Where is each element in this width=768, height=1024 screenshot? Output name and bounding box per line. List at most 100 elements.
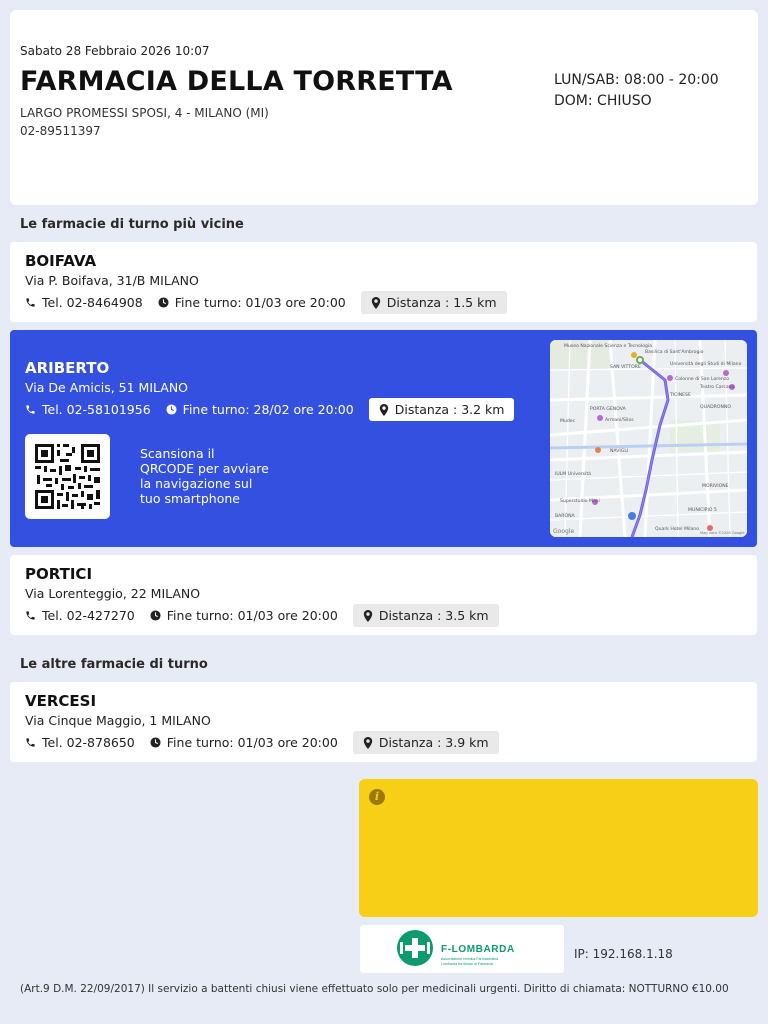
- qr-code: [25, 434, 110, 519]
- pharmacy-card-meta: Tel. 02-427270 Fine turno: 01/03 ore 20:…: [25, 604, 499, 627]
- phone-text: Tel. 02-427270: [42, 608, 135, 623]
- pharmacy-address: LARGO PROMESSI SPOSI, 4 - MILANO (MI): [20, 106, 269, 120]
- qr-code-graphic: [35, 444, 100, 509]
- clock-icon: [150, 737, 161, 748]
- location-pin-icon: [363, 609, 373, 622]
- pharmacy-card-address: Via P. Boifava, 31/B MILANO: [25, 273, 199, 288]
- hours-sunday: DOM: CHIUSO: [554, 93, 652, 109]
- pharmacy-card-ariberto[interactable]: ARIBERTO Via De Amicis, 51 MILANO Tel. 0…: [10, 330, 757, 547]
- current-datetime: Sabato 28 Febbraio 2026 10:07: [20, 44, 210, 58]
- qr-text-line: la navigazione sul: [140, 476, 253, 491]
- shift-end-item: Fine turno: 01/03 ore 20:00: [150, 735, 338, 750]
- qr-text-line: QRCODE per avviare: [140, 461, 269, 476]
- clock-icon: [166, 404, 177, 415]
- map-label: QUADRONNO: [700, 404, 731, 410]
- shift-end-item: Fine turno: 28/02 ore 20:00: [166, 402, 354, 417]
- distance-text: Distanza : 1.5 km: [386, 295, 497, 310]
- phone-text: Tel. 02-878650: [42, 735, 135, 750]
- pharmacy-header: Sabato 28 Febbraio 2026 10:07 FARMACIA D…: [10, 10, 758, 205]
- logo-brand: F-LOMBARDA: [441, 944, 515, 955]
- qr-instructions: Scansiona il QRCODE per avviare la navig…: [140, 446, 280, 506]
- map-label: Basilica di Sant'Ambrogio: [645, 349, 704, 355]
- phone-item: Tel. 02-878650: [25, 735, 135, 750]
- map-label: Museo Nazionale Scienza e Tecnologia: [564, 343, 652, 349]
- phone-item: Tel. 02-58101956: [25, 402, 151, 417]
- hours-weekday: LUN/SAB: 08:00 - 20:00: [554, 72, 719, 88]
- clock-icon: [150, 610, 161, 621]
- phone-icon: [26, 405, 35, 414]
- phone-icon: [26, 298, 35, 307]
- federfarma-logo: F-LOMBARDA Associazione chimica Farmaceu…: [360, 925, 564, 973]
- map-label: IULM Università: [555, 470, 591, 477]
- map-label: Quark Hotel Milano: [655, 526, 699, 532]
- info-icon: i: [369, 789, 385, 805]
- map-label: Armani/Silos: [605, 417, 634, 423]
- route-map[interactable]: Museo Nazionale Scienza e Tecnologia Bas…: [550, 340, 747, 537]
- pharmacy-card-address: Via Cinque Maggio, 1 MILANO: [25, 713, 211, 728]
- pharmacy-card-name: ARIBERTO: [25, 359, 110, 377]
- distance-text: Distanza : 3.5 km: [378, 608, 489, 623]
- pharmacy-card-meta: Tel. 02-878650 Fine turno: 01/03 ore 20:…: [25, 731, 499, 754]
- distance-badge: Distanza : 1.5 km: [360, 291, 507, 314]
- map-label: Colonne di San Lorenzo: [675, 376, 729, 382]
- map-google-logo: Google: [553, 528, 574, 535]
- map-graphic: Museo Nazionale Scienza e Tecnologia Bas…: [550, 340, 747, 537]
- footer-note: (Art.9 D.M. 22/09/2017) Il servizio a ba…: [20, 983, 729, 995]
- map-label: Superstudio Maxi: [560, 498, 600, 504]
- shift-end-item: Fine turno: 01/03 ore 20:00: [158, 295, 346, 310]
- distance-badge: Distanza : 3.9 km: [352, 731, 499, 754]
- map-label: TICINESE: [669, 392, 691, 398]
- map-attribution: Map data ©2026 Google: [700, 531, 745, 535]
- ip-address: IP: 192.168.1.18: [574, 947, 673, 961]
- pharmacy-card-boifava[interactable]: BOIFAVA Via P. Boifava, 31/B MILANO Tel.…: [10, 242, 757, 322]
- distance-text: Distanza : 3.2 km: [394, 402, 505, 417]
- others-section-title: Le altre farmacie di turno: [20, 657, 208, 672]
- logo-subtitle-2: Lombarda tra titolari di Farmacia: [441, 962, 493, 966]
- distance-text: Distanza : 3.9 km: [378, 735, 489, 750]
- map-label: Teatro Carcano: [699, 384, 735, 390]
- map-label: NAVIGLI: [610, 448, 628, 454]
- shift-end-item: Fine turno: 01/03 ore 20:00: [150, 608, 338, 623]
- location-pin-icon: [379, 403, 388, 416]
- pharmacy-card-name: BOIFAVA: [25, 252, 97, 270]
- location-pin-icon: [363, 736, 373, 749]
- pharmacy-card-address: Via De Amicis, 51 MILANO: [25, 380, 189, 395]
- clock-icon: [158, 297, 169, 308]
- qr-text-line: tuo smartphone: [140, 491, 240, 506]
- map-label: PORTA GENOVA: [590, 406, 627, 412]
- shift-end-text: Fine turno: 01/03 ore 20:00: [174, 295, 346, 310]
- phone-text: Tel. 02-8464908: [42, 295, 143, 310]
- logo-graphic: F-LOMBARDA Associazione chimica Farmaceu…: [397, 930, 515, 966]
- opening-hours: LUN/SAB: 08:00 - 20:00 DOM: CHIUSO: [554, 70, 719, 112]
- pharmacy-card-vercesi[interactable]: VERCESI Via Cinque Maggio, 1 MILANO Tel.…: [10, 682, 757, 762]
- pharmacy-card-name: PORTICI: [25, 565, 93, 583]
- shift-end-text: Fine turno: 28/02 ore 20:00: [182, 402, 354, 417]
- pharmacy-card-meta: Tel. 02-58101956 Fine turno: 28/02 ore 2…: [25, 398, 515, 421]
- map-label: BARONA: [555, 513, 576, 519]
- phone-item: Tel. 02-8464908: [25, 295, 143, 310]
- logo-subtitle-1: Associazione chimica Farmaceutica: [441, 957, 498, 961]
- shift-end-text: Fine turno: 01/03 ore 20:00: [166, 608, 338, 623]
- distance-badge: Distanza : 3.5 km: [352, 604, 499, 627]
- location-pin-icon: [371, 296, 380, 309]
- map-label: SAN VITTORE: [610, 364, 641, 370]
- pharmacy-card-name: VERCESI: [25, 692, 97, 710]
- info-panel: i: [359, 779, 758, 917]
- shift-end-text: Fine turno: 01/03 ore 20:00: [166, 735, 338, 750]
- nearest-section-title: Le farmacie di turno più vicine: [20, 217, 244, 232]
- phone-text: Tel. 02-58101956: [42, 402, 151, 417]
- phone-item: Tel. 02-427270: [25, 608, 135, 623]
- pharmacy-card-meta: Tel. 02-8464908 Fine turno: 01/03 ore 20…: [25, 291, 507, 314]
- map-label: MORIVIONE: [702, 483, 729, 489]
- map-label: Mudec: [560, 418, 576, 424]
- map-label: Università degli Studi di Milano: [670, 360, 742, 367]
- distance-badge: Distanza : 3.2 km: [368, 398, 515, 421]
- pharmacy-card-address: Via Lorenteggio, 22 MILANO: [25, 586, 201, 601]
- pharmacy-name: FARMACIA DELLA TORRETTA: [20, 66, 453, 97]
- qr-text-line: Scansiona il: [140, 446, 215, 461]
- map-label: MUNICIPIO 5: [688, 507, 717, 513]
- pharmacy-card-portici[interactable]: PORTICI Via Lorenteggio, 22 MILANO Tel. …: [10, 555, 757, 635]
- pharmacy-phone: 02-89511397: [20, 124, 101, 138]
- phone-icon: [26, 611, 35, 620]
- phone-icon: [26, 738, 35, 747]
